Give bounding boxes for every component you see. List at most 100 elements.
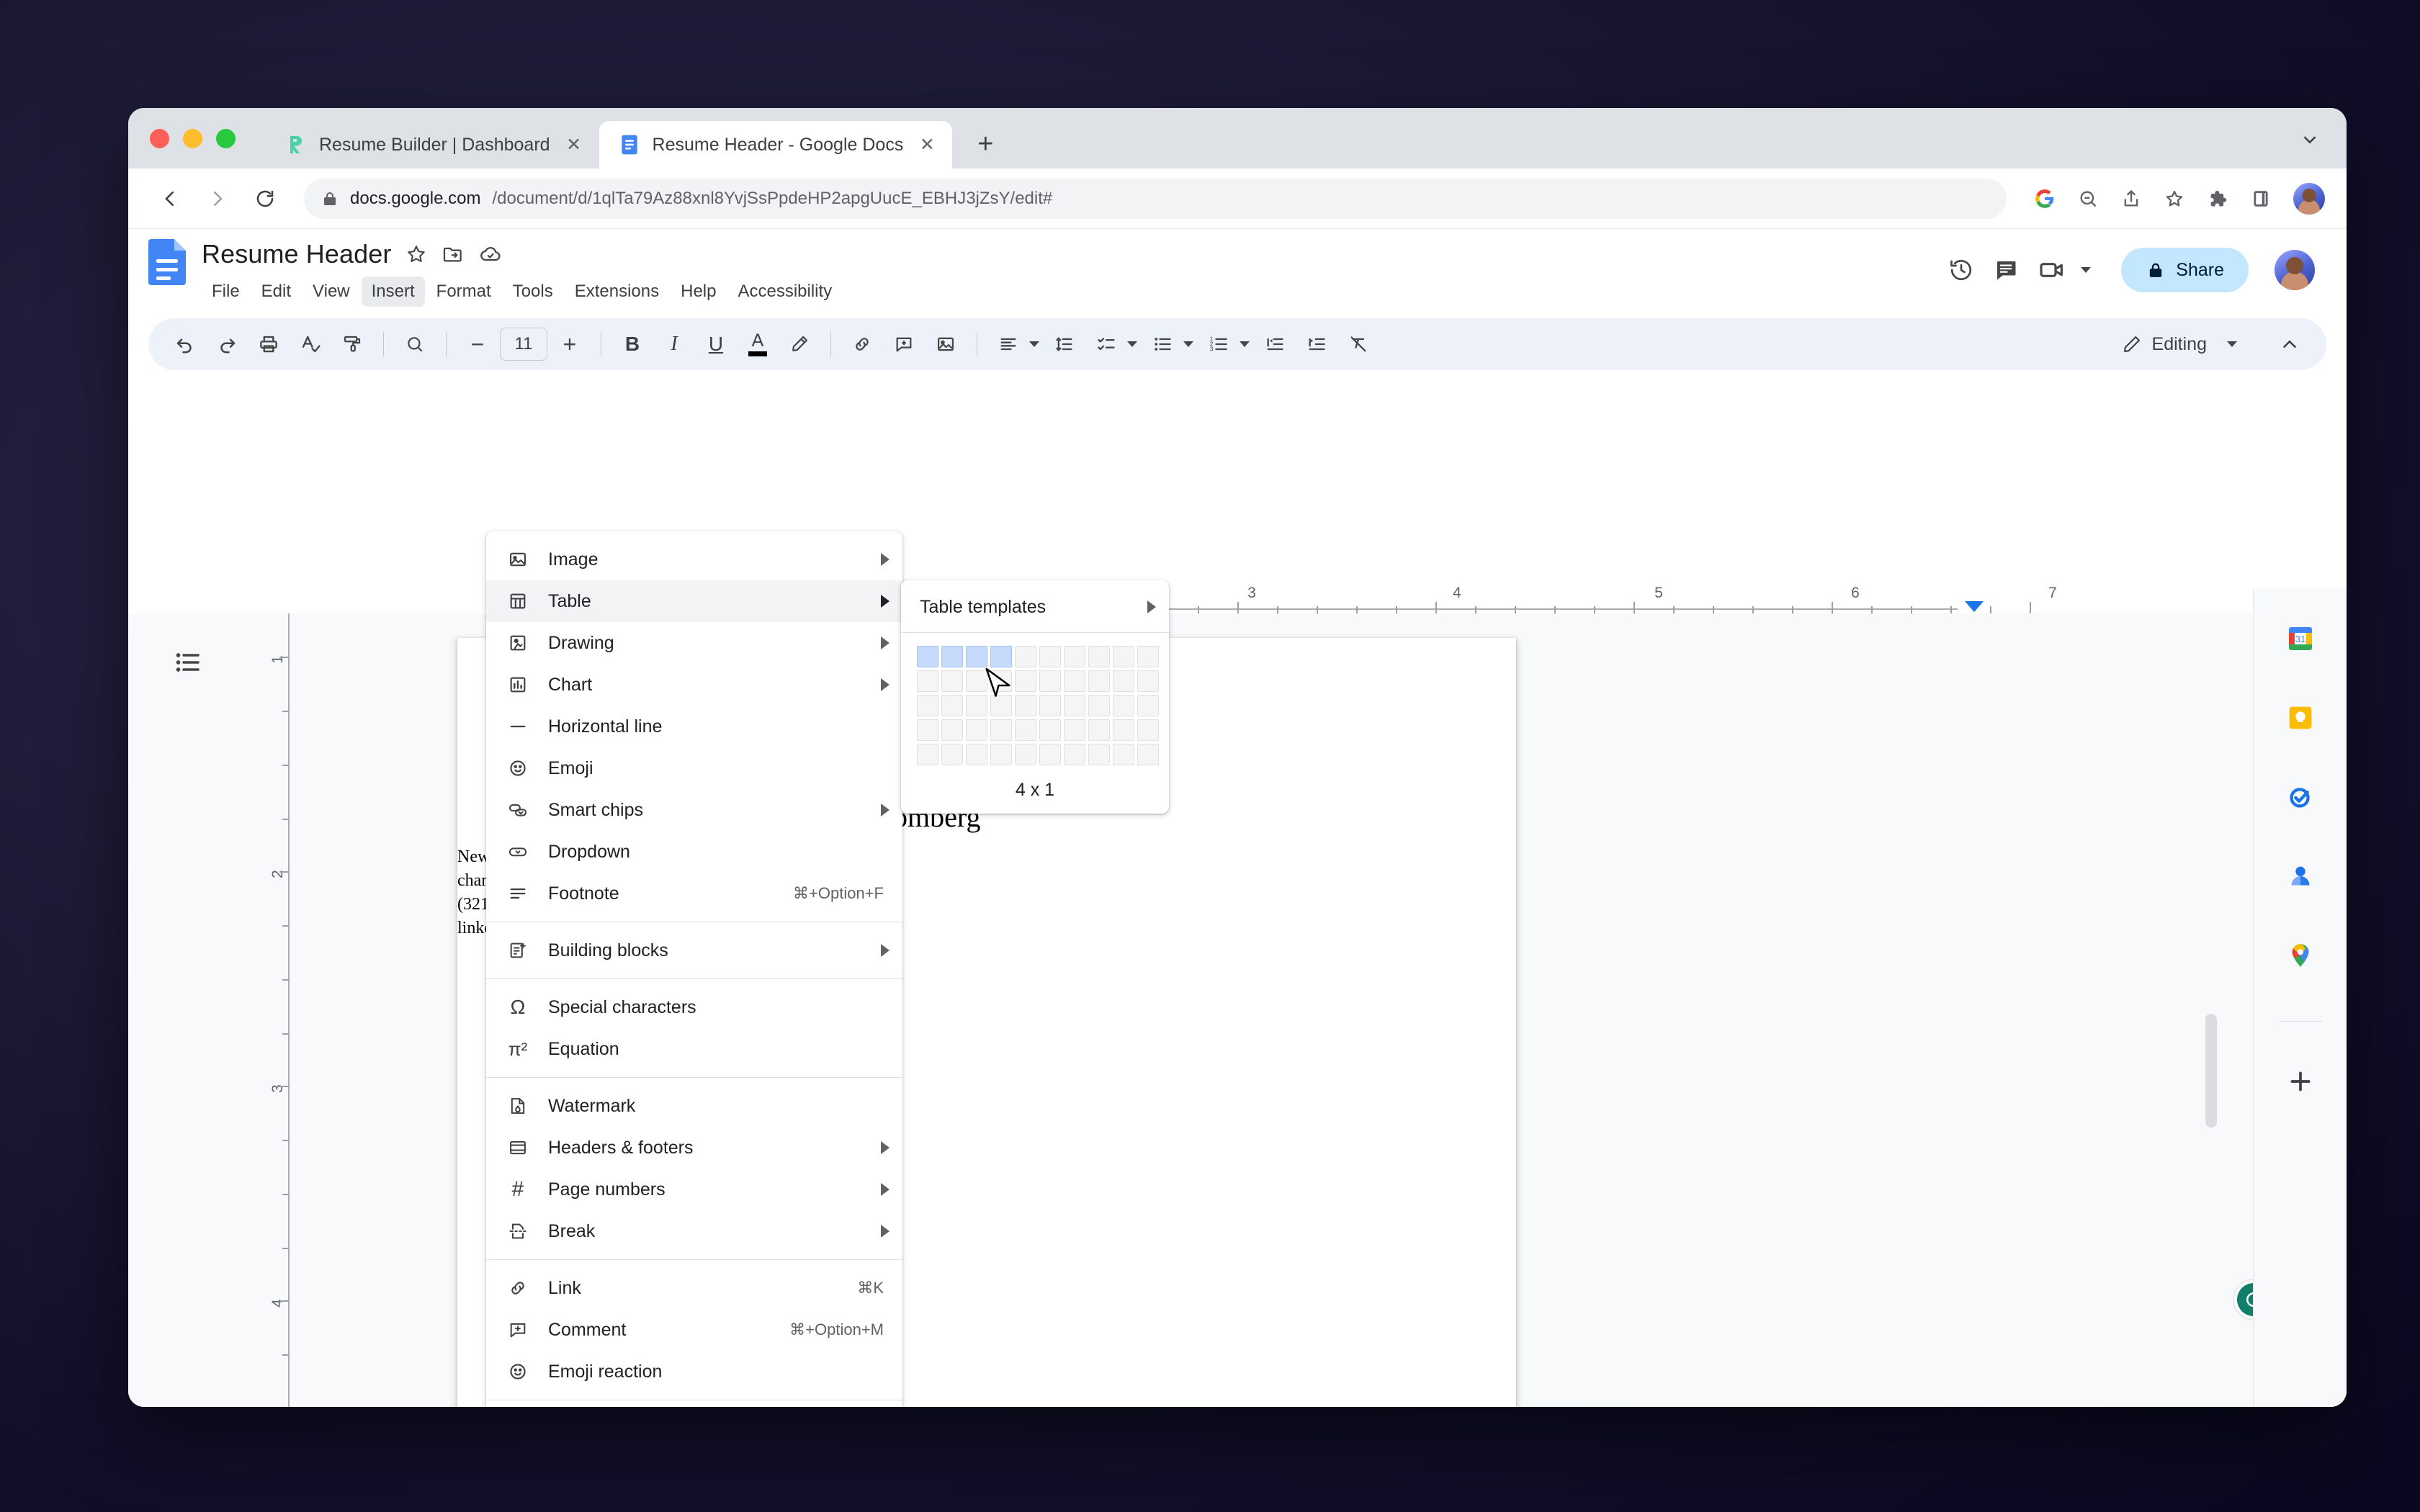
table-grid-cell[interactable] <box>966 719 987 741</box>
font-size-input[interactable]: 11 <box>500 328 547 361</box>
menu-item-table[interactable]: Table <box>486 580 902 622</box>
table-grid-cell[interactable] <box>1039 646 1061 667</box>
table-grid-cell[interactable] <box>1064 646 1085 667</box>
insert-image-icon[interactable] <box>926 325 965 364</box>
table-grid-cell[interactable] <box>917 646 938 667</box>
table-grid-cell[interactable] <box>1015 646 1036 667</box>
align-icon[interactable] <box>989 325 1028 364</box>
google-keep-icon[interactable] <box>2281 698 2320 737</box>
menu-view[interactable]: View <box>302 276 360 307</box>
menu-format[interactable]: Format <box>426 276 501 307</box>
zoom-out-icon[interactable] <box>2069 179 2107 218</box>
table-grid-cell[interactable] <box>917 719 938 741</box>
menu-item-dropdown[interactable]: Dropdown <box>486 831 902 873</box>
close-tab-button[interactable]: ✕ <box>562 132 586 157</box>
table-grid-cell[interactable] <box>917 744 938 765</box>
menu-item-page-numbers[interactable]: # Page numbers <box>486 1169 902 1210</box>
menu-help[interactable]: Help <box>671 276 726 307</box>
collapse-toolbar-chevron-up-icon[interactable] <box>2270 325 2309 364</box>
share-button[interactable]: Share <box>2121 248 2249 292</box>
table-grid-cell[interactable] <box>941 719 963 741</box>
menu-file[interactable]: File <box>202 276 250 307</box>
numbered-list-chevron-down-icon[interactable] <box>1240 341 1250 347</box>
browser-tab-resume-builder[interactable]: Resume Builder | Dashboard ✕ <box>266 121 599 168</box>
add-ons-plus-icon[interactable] <box>2281 1062 2320 1101</box>
table-grid-cell[interactable] <box>1064 695 1085 716</box>
add-comment-icon[interactable] <box>884 325 923 364</box>
menu-item-break[interactable]: Break <box>486 1210 902 1252</box>
menu-item-headers-footers[interactable]: Headers & footers <box>486 1127 902 1169</box>
table-grid-cell[interactable] <box>990 719 1012 741</box>
account-avatar[interactable] <box>2275 250 2315 290</box>
table-grid-cell[interactable] <box>990 695 1012 716</box>
checklist-icon[interactable] <box>1087 325 1126 364</box>
table-grid-cell[interactable] <box>1113 670 1134 692</box>
table-grid-cell[interactable] <box>1113 646 1134 667</box>
table-grid[interactable] <box>917 646 1159 765</box>
document-title[interactable]: Resume Header <box>202 239 391 269</box>
browser-tab-google-docs[interactable]: Resume Header - Google Docs ✕ <box>599 121 953 168</box>
menu-item-smart-chips[interactable]: Smart chips <box>486 789 902 831</box>
menu-extensions[interactable]: Extensions <box>565 276 669 307</box>
table-grid-cell[interactable] <box>966 695 987 716</box>
menu-item-equation[interactable]: π² Equation <box>486 1028 902 1070</box>
table-grid-cell[interactable] <box>990 670 1012 692</box>
paint-format-icon[interactable] <box>333 325 372 364</box>
table-templates-item[interactable]: Table templates <box>901 586 1169 628</box>
table-grid-cell[interactable] <box>917 670 938 692</box>
menu-accessibility[interactable]: Accessibility <box>727 276 842 307</box>
zoom-level-icon[interactable] <box>395 325 434 364</box>
menu-item-link[interactable]: Link ⌘K <box>486 1267 902 1309</box>
extensions-puzzle-icon[interactable] <box>2198 179 2237 218</box>
bulleted-list-chevron-down-icon[interactable] <box>1183 341 1193 347</box>
close-window-button[interactable] <box>150 129 169 148</box>
table-grid-cell[interactable] <box>1088 744 1110 765</box>
highlight-pen-icon[interactable] <box>780 325 819 364</box>
line-spacing-icon[interactable] <box>1045 325 1084 364</box>
redo-icon[interactable] <box>207 325 246 364</box>
editing-mode-selector[interactable]: Editing <box>2122 334 2246 355</box>
table-grid-cell[interactable] <box>1088 646 1110 667</box>
undo-icon[interactable] <box>166 325 205 364</box>
tab-search-chevron-down-icon[interactable] <box>2299 129 2347 168</box>
bold-button[interactable]: B <box>613 325 652 364</box>
cloud-saved-icon[interactable] <box>479 243 502 266</box>
document-scrollbar[interactable] <box>2205 1014 2217 1128</box>
italic-button[interactable]: I <box>655 325 694 364</box>
right-indent-marker[interactable] <box>1965 601 1984 612</box>
forward-arrow-icon[interactable] <box>197 179 238 219</box>
table-grid-cell[interactable] <box>1039 695 1061 716</box>
menu-item-chart[interactable]: Chart <box>486 664 902 706</box>
table-size-picker[interactable] <box>901 633 1169 770</box>
move-to-folder-icon[interactable] <box>442 243 465 266</box>
comments-icon[interactable] <box>1993 257 2019 283</box>
table-grid-cell[interactable] <box>1137 719 1159 741</box>
table-grid-cell[interactable] <box>1015 719 1036 741</box>
history-icon[interactable] <box>1948 257 1974 283</box>
increase-indent-icon[interactable] <box>1297 325 1336 364</box>
bulleted-list-icon[interactable] <box>1143 325 1182 364</box>
google-tasks-icon[interactable] <box>2281 778 2320 816</box>
address-bar[interactable]: docs.google.com/document/d/1qlTa79Az88xn… <box>304 178 2007 219</box>
table-grid-cell[interactable] <box>1137 646 1159 667</box>
table-grid-cell[interactable] <box>1039 719 1061 741</box>
table-grid-cell[interactable] <box>1113 695 1134 716</box>
menu-item-horizontal-line[interactable]: Horizontal line <box>486 706 902 747</box>
reload-icon[interactable] <box>245 179 285 219</box>
google-g-icon[interactable] <box>2025 179 2064 218</box>
table-grid-cell[interactable] <box>1015 695 1036 716</box>
maximize-window-button[interactable] <box>216 129 236 148</box>
star-icon[interactable] <box>405 243 427 265</box>
menu-tools[interactable]: Tools <box>503 276 563 307</box>
table-grid-cell[interactable] <box>966 670 987 692</box>
table-grid-cell[interactable] <box>941 744 963 765</box>
menu-edit[interactable]: Edit <box>251 276 301 307</box>
close-tab-button[interactable]: ✕ <box>915 132 939 157</box>
clear-formatting-icon[interactable] <box>1339 325 1378 364</box>
checklist-chevron-down-icon[interactable] <box>1127 341 1137 347</box>
menu-insert[interactable]: Insert <box>361 276 425 307</box>
menu-item-building-blocks[interactable]: Building blocks <box>486 930 902 971</box>
table-grid-cell[interactable] <box>966 744 987 765</box>
menu-item-watermark[interactable]: Watermark <box>486 1085 902 1127</box>
table-grid-cell[interactable] <box>1015 670 1036 692</box>
